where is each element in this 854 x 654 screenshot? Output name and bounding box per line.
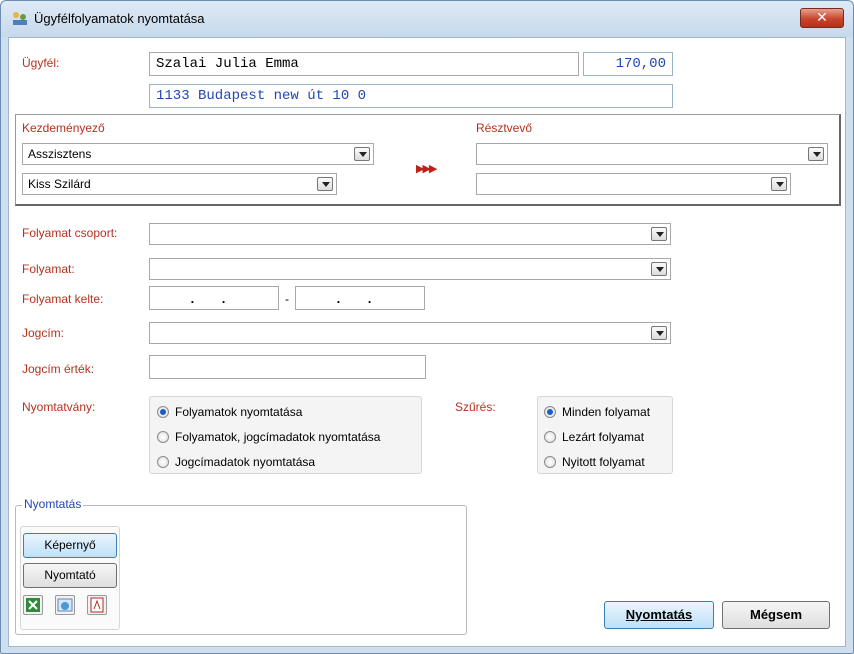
pdf-icon[interactable] — [87, 595, 107, 615]
chevron-down-icon[interactable] — [651, 227, 667, 241]
participant-person-select[interactable] — [476, 173, 791, 195]
radio-icon[interactable] — [157, 431, 169, 443]
chevron-down-icon[interactable] — [354, 147, 370, 161]
dialog-client-area: Ügyfél: Szalai Julia Emma 170,00 1133 Bu… — [8, 37, 846, 647]
screen-output-button[interactable]: Képernyő — [23, 533, 117, 558]
participant-role-select[interactable] — [476, 143, 828, 165]
chevron-down-icon[interactable] — [651, 262, 667, 276]
close-button[interactable]: ✕ — [800, 8, 844, 28]
cancel-button[interactable]: Mégsem — [722, 601, 830, 629]
initiator-role-value: Asszisztens — [28, 147, 92, 161]
initiator-person-value: Kiss Szilárd — [28, 177, 91, 191]
filter-label: Szűrés: — [455, 400, 496, 414]
chevron-down-icon[interactable] — [651, 326, 667, 340]
print-output-legend: Nyomtatás — [22, 497, 84, 511]
radio-icon[interactable] — [544, 431, 556, 443]
dialog-window: Ügyfélfolyamatok nyomtatása ✕ Ügyfél: Sz… — [0, 0, 854, 654]
initiator-role-select[interactable]: Asszisztens — [22, 143, 374, 165]
chevron-down-icon[interactable] — [317, 177, 333, 191]
print-type-option[interactable]: Folyamatok, jogcímadatok nyomtatása — [157, 430, 380, 446]
legal-title-select[interactable] — [149, 322, 671, 344]
print-type-option-label: Jogcímadatok nyomtatása — [175, 455, 316, 469]
transfer-arrows-icon: ▶▶▶ — [416, 163, 437, 175]
title-bar[interactable]: Ügyfélfolyamatok nyomtatása ✕ — [1, 1, 853, 37]
radio-selected-icon[interactable] — [544, 406, 556, 418]
date-from-field[interactable]: . . — [149, 286, 279, 310]
chevron-down-icon[interactable] — [808, 147, 824, 161]
filter-option[interactable]: Lezárt folyamat — [544, 430, 644, 446]
date-separator: - — [285, 292, 289, 306]
process-date-label: Folyamat kelte: — [22, 292, 104, 306]
client-name-field[interactable]: Szalai Julia Emma — [149, 52, 579, 76]
filter-option-label: Minden folyamat — [562, 405, 651, 419]
output-buttons-panel: Képernyő Nyomtató — [20, 526, 120, 630]
printer-output-button[interactable]: Nyomtató — [23, 563, 117, 588]
legal-title-value-field[interactable] — [149, 355, 426, 379]
app-icon — [13, 12, 27, 25]
print-type-option-label: Folyamatok nyomtatása — [175, 405, 303, 419]
process-group-label: Folyamat csoport: — [22, 226, 118, 240]
initiator-label: Kezdeményező — [22, 121, 105, 135]
chevron-down-icon[interactable] — [771, 177, 787, 191]
client-address-field: 1133 Budapest new út 10 0 — [149, 84, 673, 108]
print-type-option[interactable]: Folyamatok nyomtatása — [157, 405, 302, 421]
excel-icon[interactable] — [23, 595, 43, 615]
filter-option[interactable]: Nyitott folyamat — [544, 455, 645, 471]
process-group-select[interactable] — [149, 223, 671, 245]
window-title: Ügyfélfolyamatok nyomtatása — [34, 11, 205, 26]
print-type-label: Nyomtatvány: — [22, 400, 96, 414]
filter-option-label: Lezárt folyamat — [562, 430, 645, 444]
radio-icon[interactable] — [544, 456, 556, 468]
filter-option-label: Nyitott folyamat — [562, 455, 645, 469]
web-export-icon[interactable] — [55, 595, 75, 615]
print-type-option-label: Folyamatok, jogcímadatok nyomtatása — [175, 430, 381, 444]
client-label: Ügyfél: — [22, 56, 60, 70]
radio-icon[interactable] — [157, 456, 169, 468]
process-select[interactable] — [149, 258, 671, 280]
print-button[interactable]: Nyomtatás — [604, 601, 714, 629]
date-to-field[interactable]: . . — [295, 286, 425, 310]
initiator-person-select[interactable]: Kiss Szilárd — [22, 173, 337, 195]
legal-title-label: Jogcím: — [22, 326, 65, 340]
participant-label: Résztvevő — [476, 121, 533, 135]
print-type-option[interactable]: Jogcímadatok nyomtatása — [157, 455, 315, 471]
filter-option[interactable]: Minden folyamat — [544, 405, 650, 421]
filter-panel: Minden folyamat Lezárt folyamat Nyitott … — [537, 396, 673, 474]
radio-selected-icon[interactable] — [157, 406, 169, 418]
print-type-panel: Folyamatok nyomtatása Folyamatok, jogcím… — [149, 396, 422, 474]
print-output-group: Nyomtatás Képernyő Nyomtató — [15, 497, 467, 635]
client-amount-field: 170,00 — [583, 52, 673, 76]
process-label: Folyamat: — [22, 262, 75, 276]
legal-title-value-label: Jogcím érték: — [22, 362, 95, 376]
party-group: Kezdeményező Asszisztens Kiss Szilárd ▶▶… — [15, 114, 841, 206]
